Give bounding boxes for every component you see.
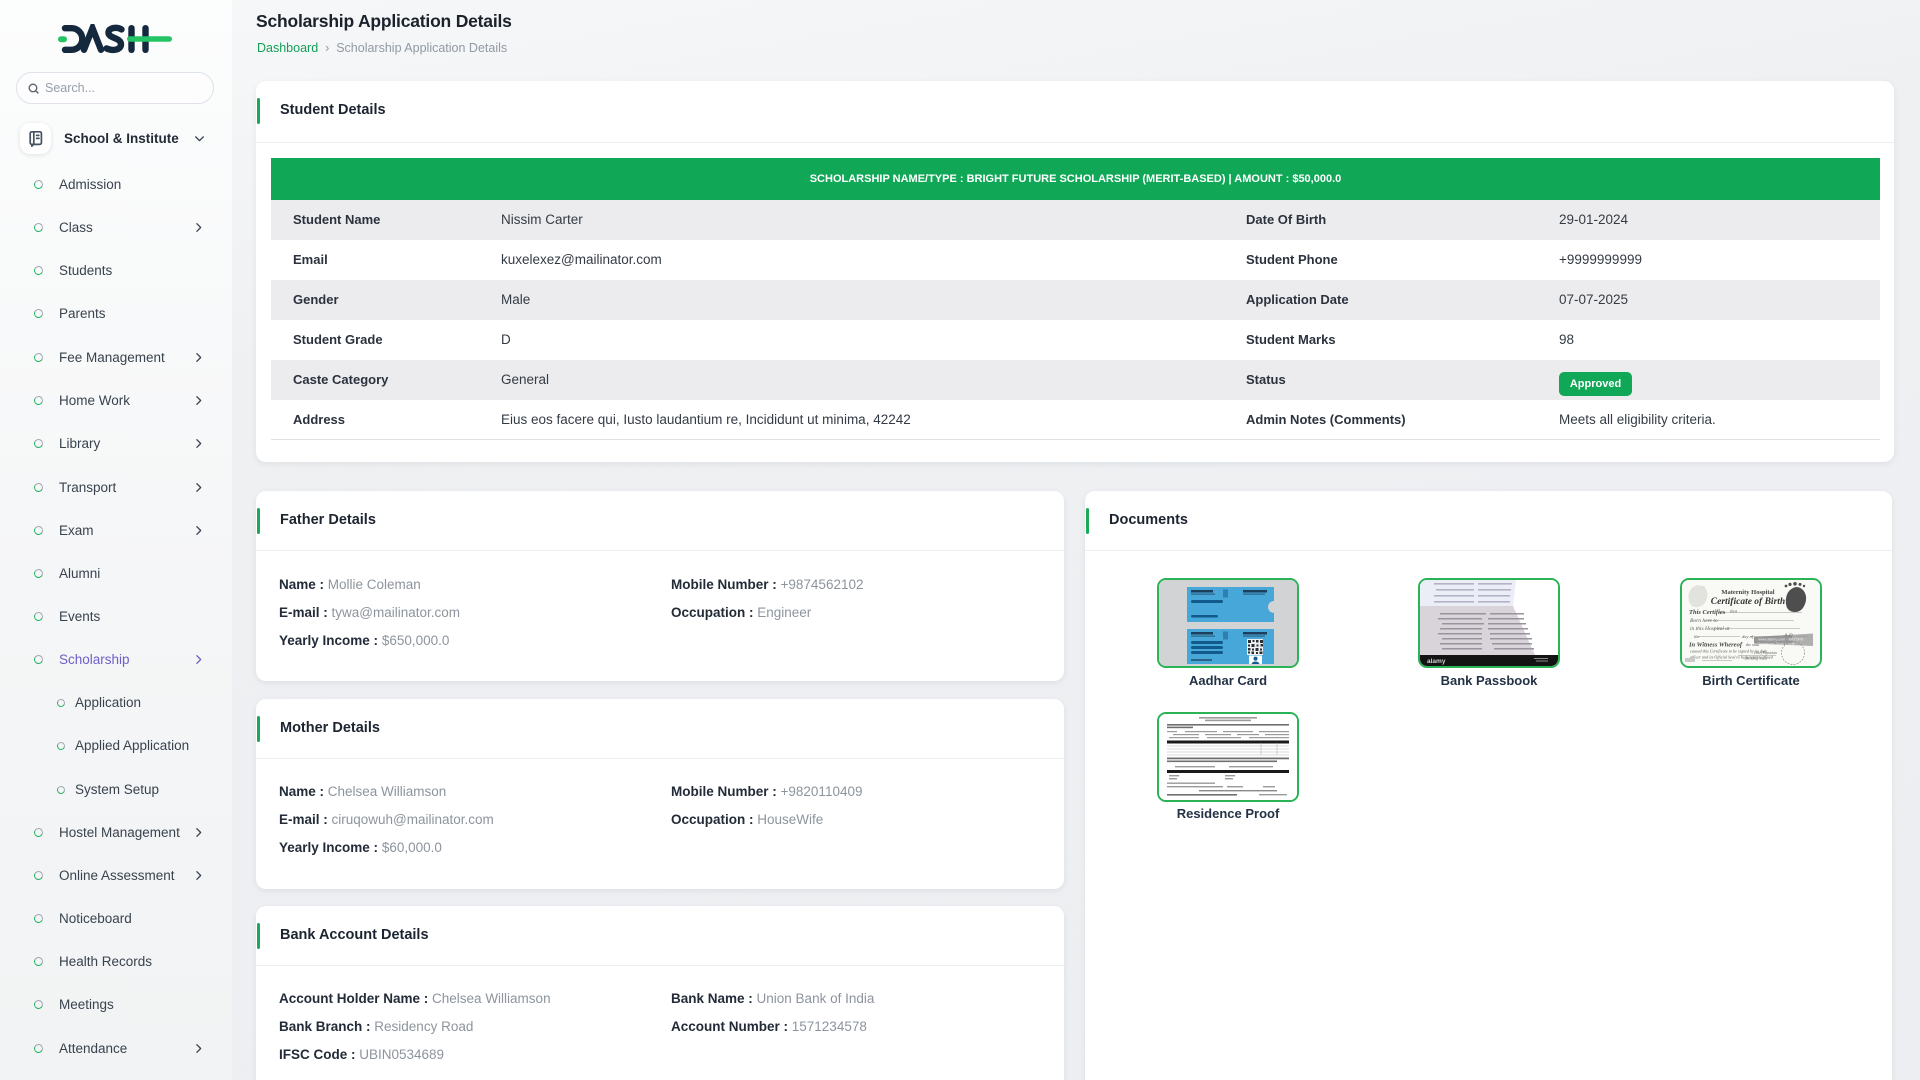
svg-text:that: that <box>1730 609 1738 614</box>
svg-text:Maternity Hospital: Maternity Hospital <box>1721 589 1774 596</box>
svg-text:alamy: alamy <box>1427 658 1446 665</box>
svg-text:the: the <box>1694 634 1700 639</box>
svg-text:In Witness Whereof: In Witness Whereof <box>1688 642 1743 649</box>
svg-text:Born here to: Born here to <box>1690 618 1718 624</box>
svg-text:day of: day of <box>1742 634 1754 639</box>
svg-text:Attending Nurse: Attending Nurse <box>1743 657 1768 661</box>
svg-text:Chief Physician: Chief Physician <box>1754 651 1777 655</box>
svg-text:Certificate of Birth: Certificate of Birth <box>1711 597 1785 607</box>
svg-text:in this Hospital at: in this Hospital at <box>1690 626 1730 632</box>
svg-text:This Certifies: This Certifies <box>1689 609 1726 616</box>
